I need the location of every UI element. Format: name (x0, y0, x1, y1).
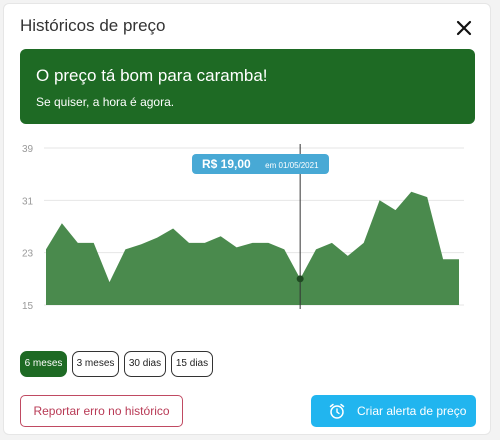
create-price-alert-button[interactable]: Criar alerta de preço (311, 395, 476, 427)
price-history-modal: Históricos de preço O preço tá bom para … (3, 3, 491, 435)
price-status-banner: O preço tá bom para caramba! Se quiser, … (20, 49, 475, 124)
price-tooltip: R$ 19,00 em 01/05/2021 (192, 154, 329, 174)
price-area-series (46, 191, 459, 305)
period-3-meses-button[interactable]: 3 meses (72, 351, 119, 377)
period-6-meses-button[interactable]: 6 meses (20, 351, 67, 377)
alarm-clock-icon (329, 403, 345, 419)
period-15-dias-button[interactable]: 15 dias (171, 351, 213, 377)
modal-title: Históricos de preço (20, 16, 166, 35)
period-30-dias-button[interactable]: 30 dias (124, 351, 166, 377)
tooltip-price: R$ 19,00 (202, 157, 251, 171)
y-tick-label: 31 (22, 196, 34, 207)
y-tick-label: 15 (22, 301, 34, 310)
y-tick-label: 23 (22, 249, 34, 260)
tooltip-date: em 01/05/2021 (265, 161, 319, 170)
y-tick-label: 39 (22, 144, 34, 155)
highlight-point (296, 275, 304, 283)
report-error-button[interactable]: Reportar erro no histórico (20, 395, 183, 427)
banner-subtitle: Se quiser, a hora é agora. (36, 95, 175, 109)
banner-title: O preço tá bom para caramba! (36, 66, 268, 85)
create-alert-label: Criar alerta de preço (357, 404, 467, 418)
close-icon[interactable] (454, 18, 474, 38)
